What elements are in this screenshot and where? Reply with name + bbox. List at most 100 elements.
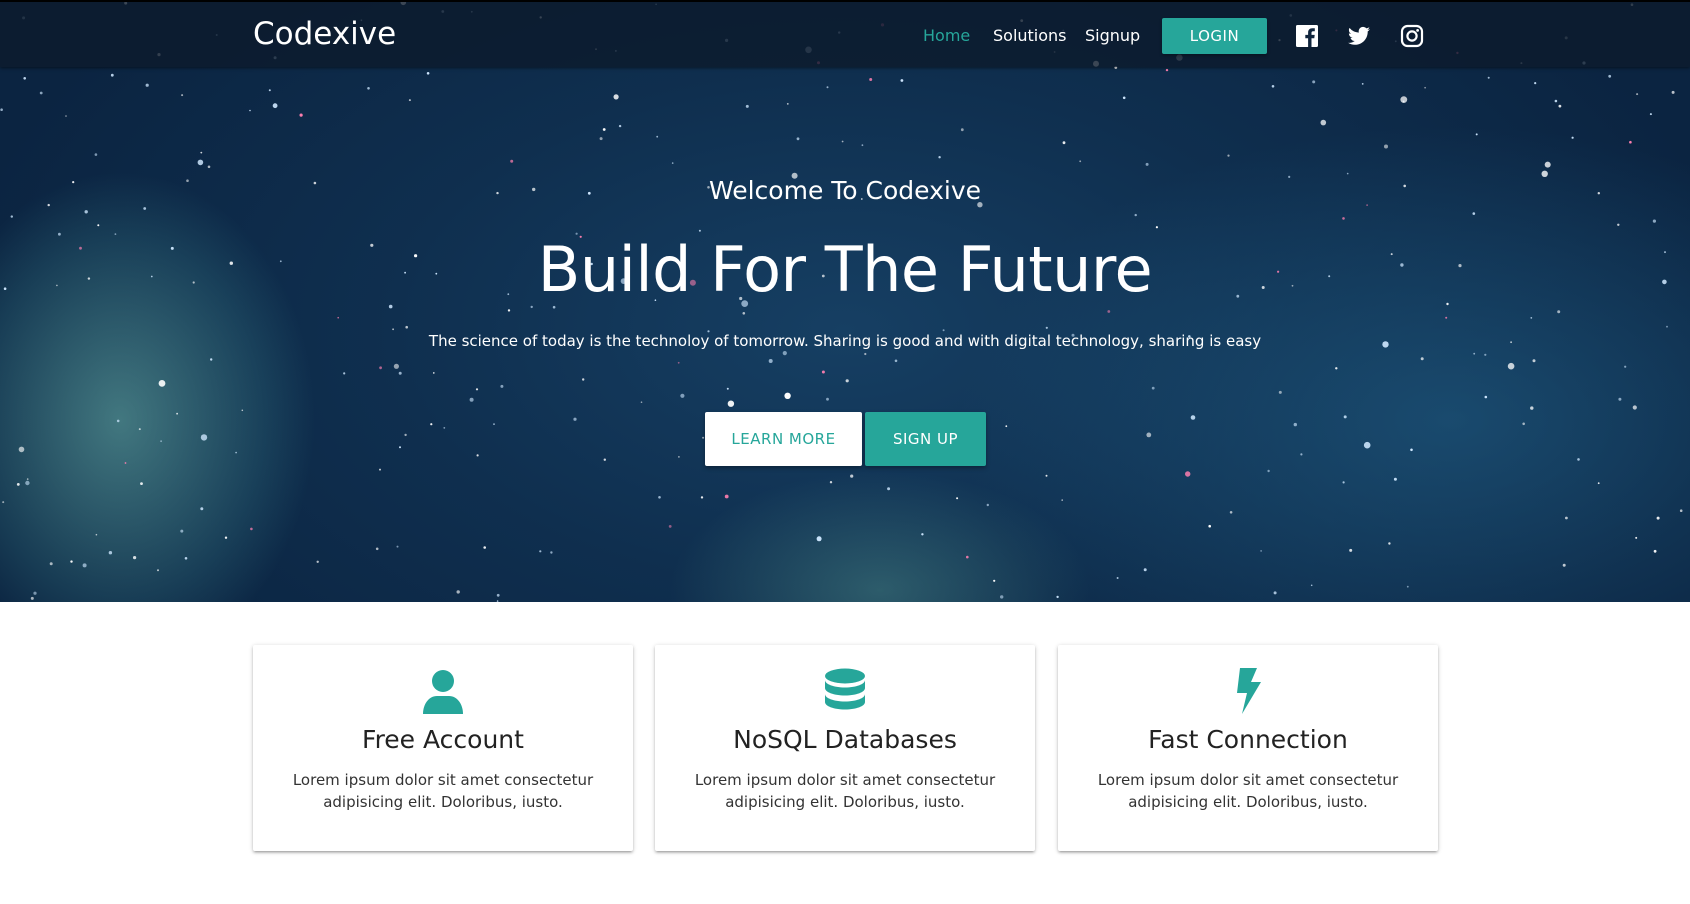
star bbox=[1420, 357, 1424, 361]
star bbox=[1406, 585, 1409, 588]
star bbox=[1062, 141, 1066, 145]
star bbox=[841, 140, 844, 143]
star bbox=[272, 103, 278, 109]
star bbox=[224, 536, 228, 539]
star bbox=[921, 533, 924, 536]
star bbox=[343, 372, 346, 375]
star bbox=[1507, 362, 1515, 370]
star bbox=[680, 393, 685, 398]
star bbox=[700, 496, 704, 499]
star bbox=[235, 451, 237, 454]
star bbox=[1079, 160, 1082, 163]
star bbox=[1278, 390, 1282, 394]
star bbox=[0, 108, 3, 111]
star bbox=[1530, 317, 1533, 319]
star bbox=[23, 77, 27, 80]
star bbox=[1151, 386, 1155, 390]
login-button[interactable]: LOGIN bbox=[1162, 18, 1267, 54]
star bbox=[864, 352, 867, 356]
star bbox=[938, 156, 941, 159]
star bbox=[1656, 516, 1660, 520]
star bbox=[656, 135, 659, 138]
star bbox=[49, 562, 53, 566]
brand-logo[interactable]: Codexive bbox=[253, 16, 396, 52]
nav-link-signup[interactable]: Signup bbox=[1085, 26, 1140, 45]
nav-link-solutions[interactable]: Solutions bbox=[993, 26, 1067, 45]
bolt-icon bbox=[1058, 667, 1438, 717]
star bbox=[1544, 161, 1551, 168]
star bbox=[145, 83, 149, 87]
navbar: Codexive Home Solutions Signup LOGIN bbox=[0, 0, 1690, 67]
star bbox=[861, 144, 864, 147]
star bbox=[1310, 584, 1313, 587]
star bbox=[726, 387, 729, 390]
star bbox=[379, 366, 382, 370]
star bbox=[456, 590, 460, 594]
star bbox=[268, 89, 271, 92]
star bbox=[1271, 85, 1275, 88]
star bbox=[1229, 511, 1233, 514]
star bbox=[1597, 482, 1600, 485]
star bbox=[26, 478, 29, 480]
star bbox=[550, 551, 553, 554]
star bbox=[1445, 316, 1448, 319]
star bbox=[200, 151, 203, 154]
star bbox=[1384, 144, 1388, 149]
star bbox=[1155, 226, 1158, 229]
star bbox=[582, 378, 585, 381]
star bbox=[405, 325, 409, 329]
star bbox=[1045, 474, 1048, 477]
star bbox=[784, 392, 791, 399]
feature-title: Fast Connection bbox=[1148, 725, 1348, 754]
star bbox=[894, 359, 898, 363]
star bbox=[84, 210, 88, 214]
star bbox=[1636, 93, 1639, 96]
star bbox=[1666, 325, 1668, 328]
star bbox=[392, 328, 394, 331]
star bbox=[1671, 90, 1675, 94]
star bbox=[573, 417, 577, 421]
star bbox=[1679, 509, 1683, 512]
star bbox=[671, 162, 674, 164]
star bbox=[1363, 441, 1371, 449]
star bbox=[197, 159, 204, 166]
star bbox=[1190, 415, 1196, 420]
star bbox=[2, 501, 5, 504]
star bbox=[1487, 76, 1490, 79]
star bbox=[94, 153, 98, 156]
star bbox=[1335, 367, 1338, 370]
star bbox=[426, 72, 430, 75]
twitter-icon[interactable] bbox=[1347, 24, 1371, 48]
star bbox=[393, 363, 399, 369]
sign-up-button[interactable]: SIGN UP bbox=[865, 412, 986, 466]
facebook-icon[interactable] bbox=[1295, 24, 1319, 48]
star bbox=[552, 305, 556, 309]
star bbox=[1571, 136, 1574, 139]
star bbox=[816, 536, 822, 542]
star bbox=[942, 329, 945, 332]
star bbox=[1122, 96, 1126, 100]
hero-section: Codexive Home Solutions Signup LOGIN Wel… bbox=[0, 0, 1690, 602]
star bbox=[207, 165, 211, 169]
star bbox=[677, 361, 680, 364]
star bbox=[900, 79, 904, 82]
star bbox=[826, 397, 829, 401]
star bbox=[210, 358, 213, 361]
star bbox=[887, 487, 891, 491]
star bbox=[500, 384, 504, 388]
learn-more-button[interactable]: LEARN MORE bbox=[705, 412, 862, 466]
star bbox=[1293, 422, 1298, 427]
star bbox=[826, 86, 829, 89]
star bbox=[493, 423, 495, 425]
star bbox=[960, 128, 964, 132]
star bbox=[966, 555, 969, 559]
star bbox=[476, 454, 479, 457]
feature-title: NoSQL Databases bbox=[733, 725, 957, 754]
nav-link-home[interactable]: Home bbox=[923, 26, 970, 45]
star bbox=[1534, 82, 1537, 85]
instagram-icon[interactable] bbox=[1400, 24, 1424, 48]
database-icon bbox=[655, 667, 1035, 717]
star bbox=[1361, 83, 1364, 85]
star bbox=[1475, 133, 1478, 136]
star bbox=[1342, 217, 1345, 220]
